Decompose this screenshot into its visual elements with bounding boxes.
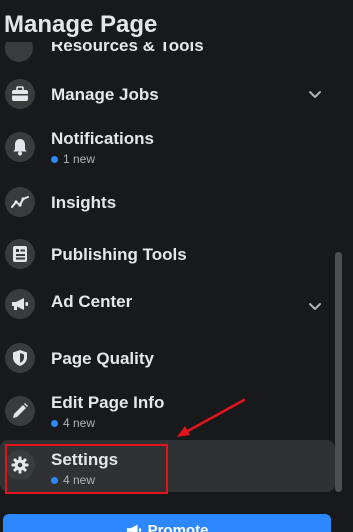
insights-icon (5, 187, 35, 217)
toolbox-icon (5, 79, 35, 109)
page-title: Manage Page (4, 8, 353, 42)
sidebar-item-label: Publishing Tools (51, 245, 187, 264)
sidebar-item-manage-jobs[interactable]: Manage Jobs (0, 68, 335, 120)
sidebar-item-label: Page Quality (51, 349, 154, 368)
notification-count-text: 4 new (63, 416, 96, 430)
publishing-tools-icon (5, 239, 35, 269)
pencil-icon (5, 396, 35, 426)
bell-icon (5, 132, 35, 162)
megaphone-icon (5, 289, 35, 319)
scrollbar-thumb[interactable] (335, 252, 342, 492)
sidebar-item-label: Manage Jobs (51, 85, 159, 104)
annotation-highlight-box (5, 444, 168, 494)
sidebar-item-insights[interactable]: Insights (0, 176, 335, 228)
notification-count: 1 new (51, 152, 95, 166)
sidebar-item-ad-center[interactable]: Ad Center (0, 278, 335, 330)
new-indicator-dot (51, 155, 58, 163)
sidebar-item-notifications[interactable]: Notifications 1 new (0, 122, 335, 174)
notification-count-text: 1 new (63, 152, 96, 166)
notification-count: 4 new (51, 416, 95, 430)
promote-label: Promote (147, 522, 209, 532)
new-indicator-dot (51, 419, 58, 427)
sidebar-item-publishing-tools[interactable]: Publishing Tools (0, 228, 335, 280)
sidebar-item-page-quality[interactable]: Page Quality (0, 332, 335, 384)
chevron-down-icon[interactable] (307, 86, 323, 102)
manage-page-panel: Resources & Tools Manage Page Manage Job… (0, 0, 353, 532)
chevron-down-icon[interactable] (307, 298, 323, 314)
promote-button[interactable]: Promote (3, 514, 331, 532)
megaphone-icon (126, 524, 141, 532)
sidebar-item-label: Notifications (51, 129, 154, 148)
sidebar-item-edit-page-info[interactable]: Edit Page Info 4 new (0, 386, 335, 438)
sidebar-item-label: Ad Center (51, 292, 133, 311)
shield-icon (5, 343, 35, 373)
sidebar-item-label: Insights (51, 193, 117, 212)
sidebar-item-label: Edit Page Info (51, 393, 165, 412)
